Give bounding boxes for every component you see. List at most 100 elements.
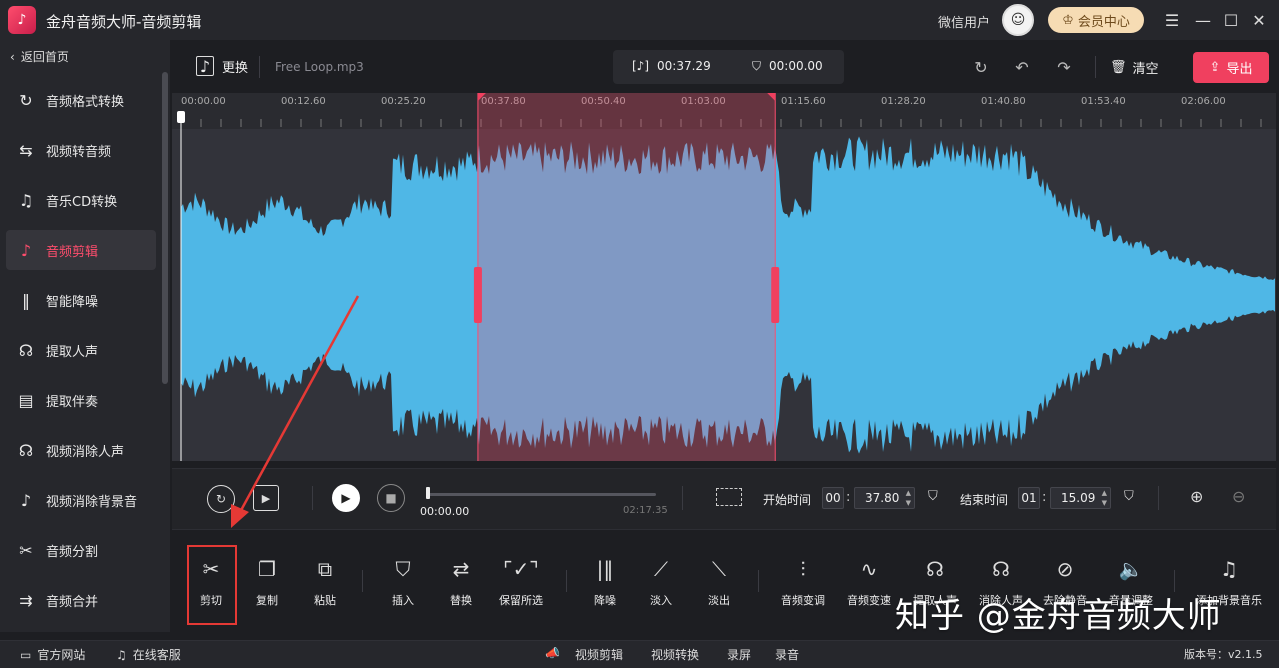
sidebar-item-split[interactable]: ✂ 音频分割 (6, 530, 156, 570)
volume-icon: 🔈 (1118, 557, 1144, 581)
remove-voice-icon: ☊ (18, 440, 34, 460)
progress-knob[interactable] (426, 487, 430, 499)
sidebar-item-label: 音频格式转换 (46, 94, 125, 110)
zoom-out-icon[interactable]: ⊖ (1232, 487, 1254, 509)
sidebar-item-denoise[interactable]: ‖ 智能降噪 (6, 280, 156, 320)
tool-pitch[interactable]: ⫶ 音频变调 (770, 556, 836, 608)
sidebar-scrollbar[interactable] (162, 72, 168, 384)
sidebar-item-video-to-audio[interactable]: ⇆ 视频转音频 (6, 130, 156, 170)
stop-button[interactable]: ■ (377, 484, 405, 512)
sidebar-item-label: 视频消除人声 (46, 444, 125, 460)
vip-center-button[interactable]: ♔ 会员中心 (1048, 7, 1144, 33)
record-audio-link[interactable]: 录音 (775, 646, 799, 663)
end-second-value: 15.09 (1061, 491, 1096, 505)
sidebar-item-remove-bg[interactable]: ♪ 视频消除背景音 (6, 480, 156, 520)
tool-paste[interactable]: ⧉ 粘贴 (292, 556, 358, 608)
sidebar-item-audio-convert[interactable]: ↻ 音频格式转换 (6, 80, 156, 120)
back-home-label: 返回首页 (20, 50, 69, 64)
headset-icon: ♫ (116, 647, 127, 662)
app-logo-icon: ♪ (8, 6, 36, 34)
tool-replace[interactable]: ⇄ 替换 (428, 556, 494, 608)
clear-button[interactable]: 🗑 清空 (1110, 58, 1159, 77)
start-minute-field[interactable]: 00 (822, 487, 844, 509)
stepper-icon[interactable]: ▲ ▼ (906, 488, 911, 508)
playhead-handle[interactable] (177, 111, 185, 123)
redo-icon[interactable]: ↷ (1053, 56, 1075, 78)
start-second-field[interactable]: 37.80 ▲ ▼ (854, 487, 915, 509)
mute-remove-icon: ⊘ (1056, 557, 1074, 581)
app-title: 金舟音频大师-音频剪辑 (46, 13, 202, 31)
keep-selection-icon: ⌜✓⌝ (503, 557, 539, 581)
export-button[interactable]: ⇪ 导出 (1193, 52, 1269, 83)
remove-voice-tool-icon: ☊ (992, 557, 1010, 581)
sidebar-item-cd[interactable]: ♫ 音乐CD转换 (6, 180, 156, 220)
denoise-icon: ‖ (22, 290, 30, 310)
sidebar-item-label: 音乐CD转换 (46, 194, 118, 210)
minimize-icon[interactable]: — (1191, 8, 1215, 32)
close-icon[interactable]: ✕ (1247, 8, 1271, 32)
sidebar-item-remove-voice[interactable]: ☊ 视频消除人声 (6, 430, 156, 470)
user-name[interactable]: 微信用户 (938, 12, 990, 31)
selection-start-handle[interactable] (473, 267, 482, 323)
progress-track[interactable] (428, 493, 656, 496)
divider (682, 486, 683, 510)
cursor-time-value: 00:00.00 (769, 59, 823, 73)
undo-icon[interactable]: ↶ (1011, 56, 1033, 78)
current-time: 00:00.00 (420, 505, 470, 518)
record-screen-link[interactable]: 录屏 (727, 646, 751, 663)
sidebar-item-label: 音频剪辑 (46, 244, 99, 260)
status-bar (0, 640, 1279, 668)
end-time-label: 结束时间 (960, 493, 1009, 507)
divider (1095, 56, 1096, 78)
sidebar-item-label: 提取伴奏 (46, 394, 99, 410)
sidebar-item-extract-voice[interactable]: ☊ 提取人声 (6, 330, 156, 370)
noise-reduce-icon: |‖ (596, 557, 614, 581)
clear-label: 清空 (1132, 62, 1159, 77)
speed-icon: ∿ (860, 557, 878, 581)
tool-keep-selection[interactable]: ⌜✓⌝ 保留所选 (488, 556, 554, 608)
version-label: 版本号：v2.1.5 (1184, 648, 1263, 661)
marker-pin-icon[interactable]: ⛉ (1124, 489, 1134, 504)
maximize-icon[interactable]: ☐ (1219, 8, 1243, 32)
marker-pin-icon[interactable]: ⛉ (928, 489, 938, 504)
tool-copy[interactable]: ❐ 复制 (234, 556, 300, 608)
sidebar-item-label: 音频分割 (46, 544, 99, 560)
video-convert-link[interactable]: 视频转换 (651, 646, 699, 663)
tool-label: 降噪 (594, 594, 616, 607)
service-link[interactable]: ♫ 在线客服 (116, 646, 181, 663)
divider (362, 570, 363, 592)
stepper-icon[interactable]: ▲ ▼ (1102, 488, 1107, 508)
remove-bg-icon: ♪ (20, 490, 32, 510)
upload-icon: ⇪ (1209, 60, 1221, 75)
music-file-icon: ♪ (196, 56, 214, 76)
zoom-in-icon[interactable]: ⊕ (1190, 487, 1212, 509)
vip-label: 会员中心 (1077, 14, 1130, 30)
tool-fade-in[interactable]: ⟋ 淡入 (628, 556, 694, 608)
back-home-link[interactable]: ‹ 返回首页 (10, 48, 69, 65)
chevron-left-icon: ‹ (10, 49, 15, 64)
selection-range-icon (716, 488, 742, 506)
sidebar-item-label: 视频转音频 (46, 144, 112, 160)
end-second-field[interactable]: 15.09 ▲ ▼ (1050, 487, 1111, 509)
menu-icon[interactable]: ☰ (1160, 8, 1184, 32)
selection-region[interactable] (477, 93, 776, 461)
tool-insert[interactable]: ⛉ 插入 (370, 556, 436, 608)
sidebar-item-merge[interactable]: ⇉ 音频合并 (6, 580, 156, 620)
user-avatar[interactable]: ☺ (1002, 4, 1034, 36)
refresh-icon[interactable]: ↻ (970, 56, 992, 78)
tool-fade-out[interactable]: ⟍ 淡出 (686, 556, 752, 608)
sidebar-item-extract-accompaniment[interactable]: ▤ 提取伴奏 (6, 380, 156, 420)
selection-end-handle[interactable] (771, 267, 780, 323)
extract-voice-tool-icon: ☊ (926, 557, 944, 581)
sidebar-item-label: 智能降噪 (46, 294, 99, 310)
bg-music-icon: ♫ (1220, 557, 1238, 581)
extract-voice-icon: ☊ (18, 340, 34, 360)
sidebar-item-audio-edit[interactable]: ♪ 音频剪辑 (6, 230, 156, 270)
insert-icon: ⛉ (395, 557, 411, 581)
video-edit-link[interactable]: 视频剪辑 (575, 646, 623, 663)
replace-file-button[interactable]: ♪ 更换 (196, 56, 248, 76)
website-link[interactable]: ▭ 官方网站 (20, 646, 85, 663)
end-minute-field[interactable]: 01 (1018, 487, 1040, 509)
tool-speed[interactable]: ∿ 音频变速 (836, 556, 902, 608)
crown-icon: ♔ (1062, 12, 1074, 28)
